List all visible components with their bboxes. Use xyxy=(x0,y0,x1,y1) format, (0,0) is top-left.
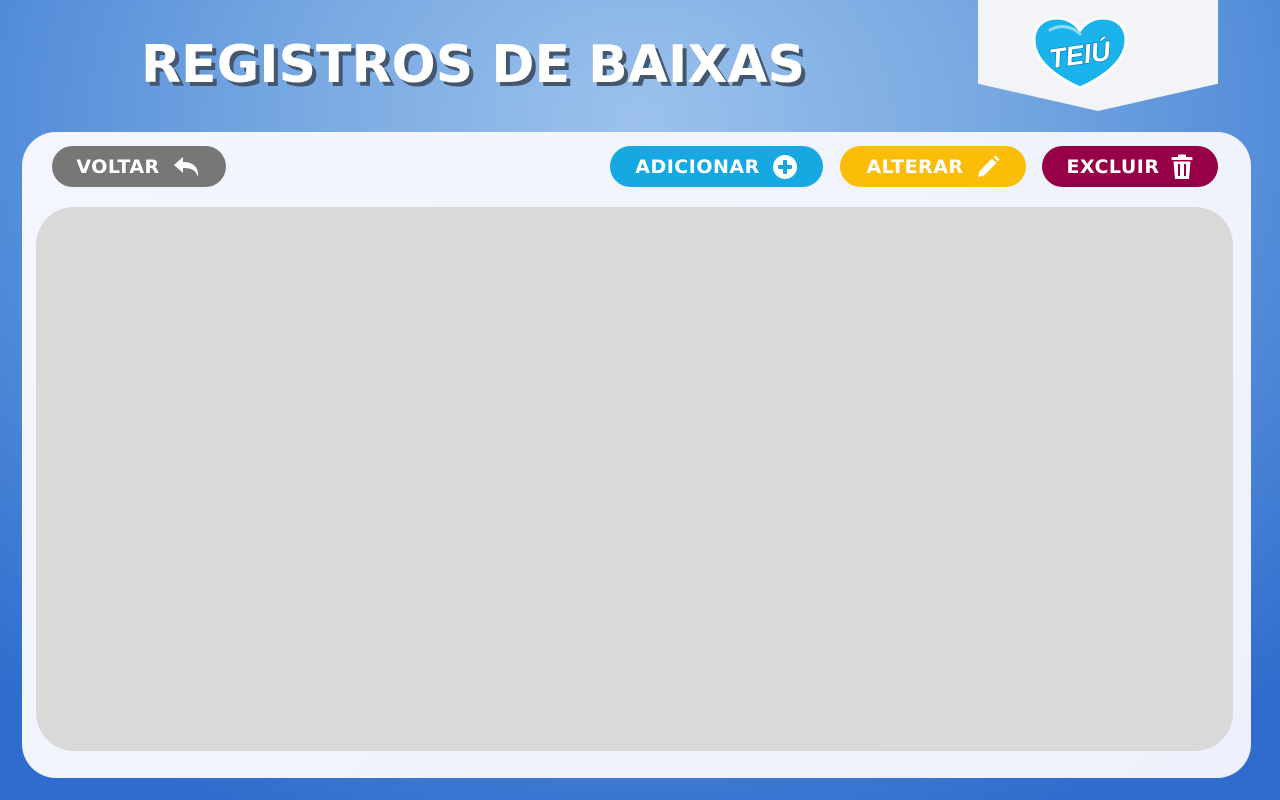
back-arrow-icon xyxy=(173,156,198,177)
edit-button[interactable]: ALTERAR xyxy=(840,146,1026,187)
trash-icon xyxy=(1171,154,1193,179)
records-content-area xyxy=(36,207,1233,751)
add-button-label: ADICIONAR xyxy=(635,155,760,178)
delete-button-label: EXCLUIR xyxy=(1066,155,1160,178)
logo-banner: TEIÚ xyxy=(978,0,1218,111)
back-button[interactable]: VOLTAR xyxy=(52,146,226,187)
add-button[interactable]: ADICIONAR xyxy=(610,146,823,187)
pencil-icon xyxy=(977,155,1000,177)
page-title: REGISTROS DE BAIXAS xyxy=(141,35,806,95)
plus-circle-icon xyxy=(772,154,797,179)
heart-logo-icon: TEIÚ xyxy=(1032,16,1128,90)
delete-button[interactable]: EXCLUIR xyxy=(1042,146,1218,187)
back-button-label: VOLTAR xyxy=(76,155,160,178)
edit-button-label: ALTERAR xyxy=(866,155,964,178)
main-panel: VOLTAR ADICIONAR ALTERAR EXCLUIR xyxy=(22,132,1251,778)
